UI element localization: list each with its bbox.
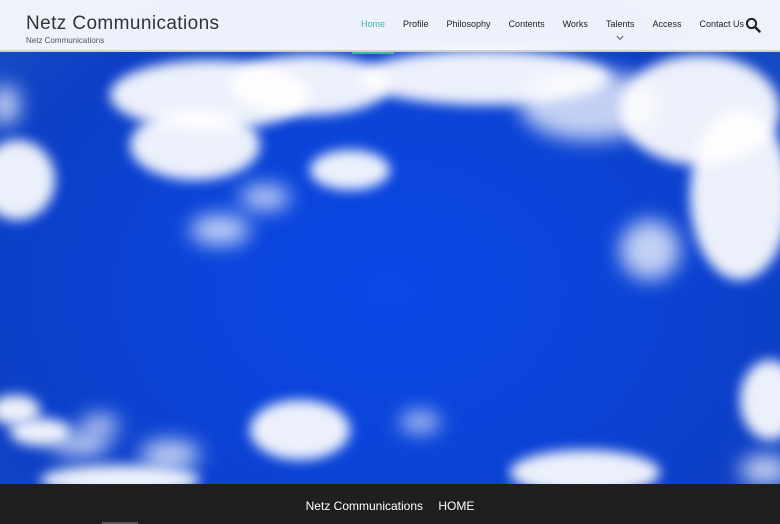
chevron-down-icon: [616, 32, 624, 41]
site-subtitle: Netz Communications: [26, 36, 105, 45]
footer-page-name: HOME: [438, 499, 475, 513]
site-header: Netz Communications Netz Communications …: [0, 0, 780, 54]
site-title[interactable]: Netz Communications: [26, 13, 219, 35]
nav-item-home[interactable]: Home: [352, 0, 395, 54]
main-nav: Home Profile Philosophy Contents Works T…: [352, 0, 753, 54]
footer-breadcrumb: Netz Communications HOME: [0, 499, 780, 513]
nav-item-contact-us[interactable]: Contact Us: [690, 0, 753, 52]
search-icon[interactable]: [745, 17, 761, 33]
nav-item-contents[interactable]: Contents: [500, 0, 554, 52]
nav-item-access[interactable]: Access: [643, 0, 690, 52]
hero-sky-image: [0, 0, 780, 484]
nav-item-profile[interactable]: Profile: [394, 0, 438, 52]
nav-item-talents[interactable]: Talents: [597, 0, 644, 52]
nav-item-philosophy[interactable]: Philosophy: [438, 0, 500, 52]
site-footer: Netz Communications HOME: [0, 484, 780, 524]
nav-item-talents-label: Talents: [605, 19, 635, 29]
nav-item-works[interactable]: Works: [554, 0, 597, 52]
footer-site-name[interactable]: Netz Communications: [306, 499, 423, 513]
